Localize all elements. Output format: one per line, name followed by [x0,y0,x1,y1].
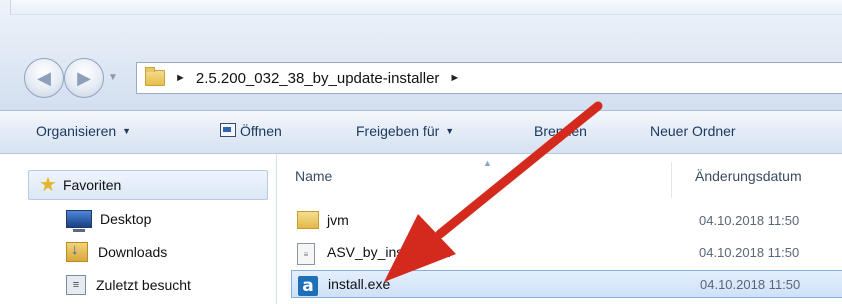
file-list: ▲ Name Änderungsdatum jvm 04.10.2018 11:… [277,154,842,304]
column-header-date[interactable]: Änderungsdatum [695,168,802,208]
navigation-pane: ★ Favoriten Desktop Downloads ≡ Zuletzt … [0,154,277,304]
sidebar-item-label: Downloads [98,244,168,260]
sidebar-item-label: Zuletzt besucht [96,277,191,293]
chevron-down-icon: ▼ [445,126,455,136]
organize-button[interactable]: Organisieren ▼ [36,123,131,139]
forward-button[interactable]: ▶ [64,58,104,98]
downloads-folder-icon [66,241,88,262]
sidebar-item-label: Favoriten [62,177,122,193]
star-icon: ★ [39,174,57,196]
forward-arrow-icon: ▶ [77,67,91,88]
back-button[interactable]: ◀ [24,58,64,98]
folder-icon [145,67,165,86]
share-button[interactable]: Freigeben für ▼ [356,123,454,139]
chevron-down-icon: ▼ [122,126,132,136]
address-bar[interactable]: ► 2.5.200_032_38_by_update-installer ► [136,62,842,94]
sidebar-item-recent[interactable]: ≡ Zuletzt besucht [66,275,191,295]
jar-file-icon: ≡ [297,243,315,265]
recent-places-icon: ≡ [66,275,86,295]
sidebar-item-downloads[interactable]: Downloads [66,241,168,262]
exe-file-icon: a [298,276,318,296]
desktop-icon [66,210,92,232]
back-arrow-icon: ◀ [37,67,51,88]
file-date: 04.10.2018 11:50 [699,212,800,228]
breadcrumb-folder[interactable]: 2.5.200_032_38_by_update-installer [196,70,440,87]
open-icon [220,123,236,137]
new-folder-button[interactable]: Neuer Ordner [650,123,736,139]
open-button[interactable]: Öffnen [220,123,282,139]
organize-label: Organisieren [36,123,117,139]
burn-button[interactable]: Brennen [534,123,587,139]
file-row-jvm[interactable]: jvm 04.10.2018 11:50 [291,206,842,234]
file-name: jvm [327,212,349,228]
sidebar-item-favorites[interactable]: ★ Favoriten [28,170,268,200]
file-name: ASV_by_installer.jar [327,244,453,260]
file-row-install-exe[interactable]: a install.exe 04.10.2018 11:50 [291,270,842,298]
sort-ascending-icon: ▲ [483,158,492,168]
sidebar-item-desktop[interactable]: Desktop [66,210,152,232]
window-title-strip [10,0,842,15]
file-row-jar[interactable]: ≡ ASV_by_installer.jar 04.10.2018 11:50 [291,238,842,266]
share-label: Freigeben für [356,123,440,139]
command-bar: Organisieren ▼ Öffnen Freigeben für ▼ Bren… [0,111,842,154]
new-folder-label: Neuer Ordner [650,123,736,139]
breadcrumb-separator-icon[interactable]: ► [449,72,460,84]
file-date: 04.10.2018 11:50 [699,244,800,260]
open-label: Öffnen [240,123,282,139]
navigation-buttons: ◀ ▶ ▼ [24,58,124,98]
file-date: 04.10.2018 11:50 [700,276,801,292]
recent-pages-dropdown[interactable]: ▼ [108,72,118,83]
column-divider[interactable] [671,162,672,198]
burn-label: Brennen [534,123,587,139]
window-chrome: ◀ ▶ ▼ ► 2.5.200_032_38_by_update-install… [0,0,842,111]
folder-icon [297,211,319,229]
sidebar-item-label: Desktop [100,211,152,227]
breadcrumb-separator-icon[interactable]: ► [175,72,186,84]
file-name: install.exe [328,276,391,292]
column-header-name[interactable]: Name [295,168,332,208]
